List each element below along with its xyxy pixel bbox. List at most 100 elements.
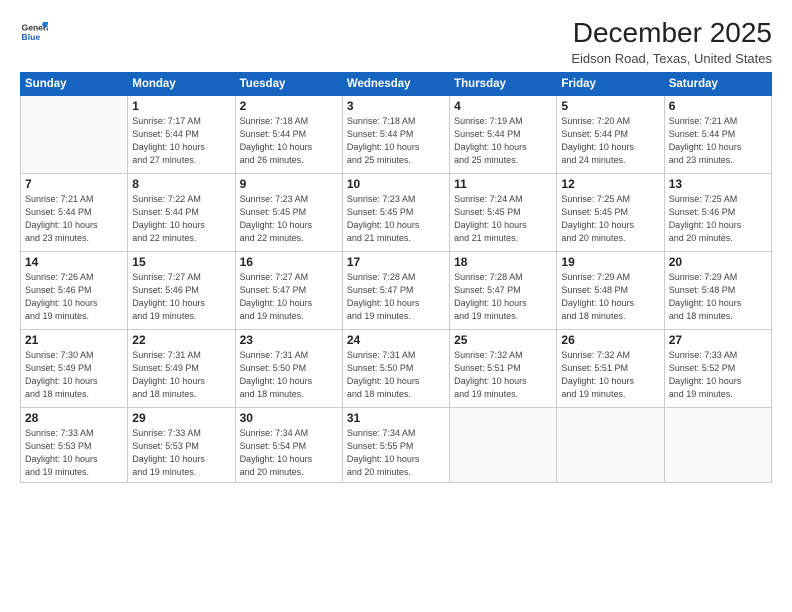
calendar-week-1: 1Sunrise: 7:17 AM Sunset: 5:44 PM Daylig… <box>21 95 772 173</box>
svg-text:Blue: Blue <box>22 32 41 42</box>
col-sunday: Sunday <box>21 72 128 95</box>
day-number: 10 <box>347 177 445 191</box>
day-info: Sunrise: 7:25 AM Sunset: 5:45 PM Dayligh… <box>561 193 659 245</box>
day-number: 20 <box>669 255 767 269</box>
calendar-cell: 25 Sunrise: 7:32 AM Sunset: 5:51 PM Dayli… <box>450 329 557 407</box>
day-info: Sunrise: 7:21 AM Sunset: 5:44 PM Dayligh… <box>25 193 123 245</box>
main-title: December 2025 <box>571 18 772 49</box>
day-info: Sunrise: 7:23 AM Sunset: 5:45 PM Dayligh… <box>240 193 338 245</box>
day-number: 3 <box>347 99 445 113</box>
day-number: 18 <box>454 255 552 269</box>
day-number: 23 <box>240 333 338 347</box>
day-number: 15 <box>132 255 230 269</box>
day-number: 26 <box>561 333 659 347</box>
calendar-cell: 27Sunrise: 7:33 AM Sunset: 5:52 PM Dayli… <box>664 329 771 407</box>
calendar-cell: 8Sunrise: 7:22 AM Sunset: 5:44 PM Daylig… <box>128 173 235 251</box>
day-info: Sunrise: 7:33 AM Sunset: 5:53 PM Dayligh… <box>132 427 230 479</box>
calendar-cell: 1Sunrise: 7:17 AM Sunset: 5:44 PM Daylig… <box>128 95 235 173</box>
calendar-cell: 29 Sunrise: 7:33 AM Sunset: 5:53 PM Dayli… <box>128 407 235 482</box>
day-number: 13 <box>669 177 767 191</box>
day-info: Sunrise: 7:24 AM Sunset: 5:45 PM Dayligh… <box>454 193 552 245</box>
calendar-cell <box>450 407 557 482</box>
day-number: 8 <box>132 177 230 191</box>
logo-icon: General Blue <box>20 18 48 46</box>
day-info: Sunrise: 7:28 AM Sunset: 5:47 PM Dayligh… <box>454 271 552 323</box>
day-info: Sunrise: 7:34 AM Sunset: 5:55 PM Dayligh… <box>347 427 445 479</box>
col-tuesday: Tuesday <box>235 72 342 95</box>
day-info: Sunrise: 7:27 AM Sunset: 5:46 PM Dayligh… <box>132 271 230 323</box>
calendar-cell: 5 Sunrise: 7:20 AM Sunset: 5:44 PM Daylig… <box>557 95 664 173</box>
day-number: 4 <box>454 99 552 113</box>
subtitle: Eidson Road, Texas, United States <box>571 51 772 66</box>
day-info: Sunrise: 7:26 AM Sunset: 5:46 PM Dayligh… <box>25 271 123 323</box>
day-number: 25 <box>454 333 552 347</box>
page: General Blue December 2025 Eidson Road, … <box>0 0 792 612</box>
calendar-cell: 3 Sunrise: 7:18 AM Sunset: 5:44 PM Daylig… <box>342 95 449 173</box>
header: General Blue December 2025 Eidson Road, … <box>20 18 772 66</box>
day-number: 7 <box>25 177 123 191</box>
day-info: Sunrise: 7:21 AM Sunset: 5:44 PM Dayligh… <box>669 115 767 167</box>
calendar-cell: 30 Sunrise: 7:34 AM Sunset: 5:54 PM Dayli… <box>235 407 342 482</box>
day-info: Sunrise: 7:25 AM Sunset: 5:46 PM Dayligh… <box>669 193 767 245</box>
calendar-cell: 16Sunrise: 7:27 AM Sunset: 5:47 PM Dayli… <box>235 251 342 329</box>
calendar-cell: 31Sunrise: 7:34 AM Sunset: 5:55 PM Dayli… <box>342 407 449 482</box>
col-friday: Friday <box>557 72 664 95</box>
day-number: 12 <box>561 177 659 191</box>
day-info: Sunrise: 7:29 AM Sunset: 5:48 PM Dayligh… <box>669 271 767 323</box>
calendar-cell: 11Sunrise: 7:24 AM Sunset: 5:45 PM Dayli… <box>450 173 557 251</box>
col-thursday: Thursday <box>450 72 557 95</box>
day-info: Sunrise: 7:33 AM Sunset: 5:53 PM Dayligh… <box>25 427 123 479</box>
day-info: Sunrise: 7:18 AM Sunset: 5:44 PM Dayligh… <box>240 115 338 167</box>
calendar-cell: 14 Sunrise: 7:26 AM Sunset: 5:46 PM Dayli… <box>21 251 128 329</box>
day-number: 2 <box>240 99 338 113</box>
calendar-table: Sunday Monday Tuesday Wednesday Thursday… <box>20 72 772 483</box>
day-number: 30 <box>240 411 338 425</box>
logo: General Blue <box>20 18 50 46</box>
day-info: Sunrise: 7:20 AM Sunset: 5:44 PM Dayligh… <box>561 115 659 167</box>
day-info: Sunrise: 7:30 AM Sunset: 5:49 PM Dayligh… <box>25 349 123 401</box>
calendar-week-2: 7 Sunrise: 7:21 AM Sunset: 5:44 PM Daylig… <box>21 173 772 251</box>
day-info: Sunrise: 7:31 AM Sunset: 5:50 PM Dayligh… <box>347 349 445 401</box>
calendar-cell: 19Sunrise: 7:29 AM Sunset: 5:48 PM Dayli… <box>557 251 664 329</box>
calendar-cell: 17Sunrise: 7:28 AM Sunset: 5:47 PM Dayli… <box>342 251 449 329</box>
day-info: Sunrise: 7:19 AM Sunset: 5:44 PM Dayligh… <box>454 115 552 167</box>
day-number: 5 <box>561 99 659 113</box>
day-number: 21 <box>25 333 123 347</box>
header-row: Sunday Monday Tuesday Wednesday Thursday… <box>21 72 772 95</box>
day-info: Sunrise: 7:28 AM Sunset: 5:47 PM Dayligh… <box>347 271 445 323</box>
calendar-cell: 10 Sunrise: 7:23 AM Sunset: 5:45 PM Dayli… <box>342 173 449 251</box>
calendar-cell: 6 Sunrise: 7:21 AM Sunset: 5:44 PM Daylig… <box>664 95 771 173</box>
calendar-cell: 18 Sunrise: 7:28 AM Sunset: 5:47 PM Dayli… <box>450 251 557 329</box>
day-number: 14 <box>25 255 123 269</box>
calendar-week-3: 14 Sunrise: 7:26 AM Sunset: 5:46 PM Dayli… <box>21 251 772 329</box>
calendar-cell: 9 Sunrise: 7:23 AM Sunset: 5:45 PM Daylig… <box>235 173 342 251</box>
calendar-cell: 28 Sunrise: 7:33 AM Sunset: 5:53 PM Dayli… <box>21 407 128 482</box>
calendar-cell: 7 Sunrise: 7:21 AM Sunset: 5:44 PM Daylig… <box>21 173 128 251</box>
col-saturday: Saturday <box>664 72 771 95</box>
day-number: 16 <box>240 255 338 269</box>
day-number: 19 <box>561 255 659 269</box>
day-info: Sunrise: 7:23 AM Sunset: 5:45 PM Dayligh… <box>347 193 445 245</box>
calendar-cell: 24 Sunrise: 7:31 AM Sunset: 5:50 PM Dayli… <box>342 329 449 407</box>
day-info: Sunrise: 7:32 AM Sunset: 5:51 PM Dayligh… <box>454 349 552 401</box>
day-number: 24 <box>347 333 445 347</box>
calendar-cell: 26 Sunrise: 7:32 AM Sunset: 5:51 PM Dayli… <box>557 329 664 407</box>
day-info: Sunrise: 7:34 AM Sunset: 5:54 PM Dayligh… <box>240 427 338 479</box>
day-number: 6 <box>669 99 767 113</box>
day-info: Sunrise: 7:18 AM Sunset: 5:44 PM Dayligh… <box>347 115 445 167</box>
calendar-week-4: 21 Sunrise: 7:30 AM Sunset: 5:49 PM Dayli… <box>21 329 772 407</box>
day-number: 29 <box>132 411 230 425</box>
day-number: 9 <box>240 177 338 191</box>
day-number: 22 <box>132 333 230 347</box>
day-number: 1 <box>132 99 230 113</box>
title-block: December 2025 Eidson Road, Texas, United… <box>571 18 772 66</box>
calendar-cell: 12 Sunrise: 7:25 AM Sunset: 5:45 PM Dayli… <box>557 173 664 251</box>
calendar-cell: 23 Sunrise: 7:31 AM Sunset: 5:50 PM Dayli… <box>235 329 342 407</box>
day-info: Sunrise: 7:31 AM Sunset: 5:50 PM Dayligh… <box>240 349 338 401</box>
calendar-cell <box>557 407 664 482</box>
day-number: 28 <box>25 411 123 425</box>
col-wednesday: Wednesday <box>342 72 449 95</box>
calendar-cell: 22Sunrise: 7:31 AM Sunset: 5:49 PM Dayli… <box>128 329 235 407</box>
calendar-cell: 4 Sunrise: 7:19 AM Sunset: 5:44 PM Daylig… <box>450 95 557 173</box>
day-info: Sunrise: 7:32 AM Sunset: 5:51 PM Dayligh… <box>561 349 659 401</box>
